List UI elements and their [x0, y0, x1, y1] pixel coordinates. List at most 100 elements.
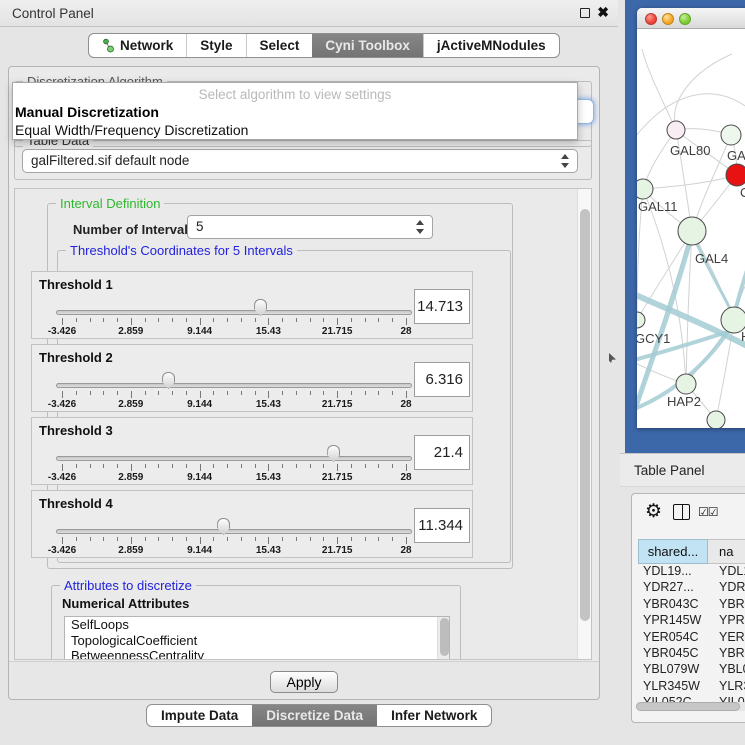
- slider-tick: [337, 537, 338, 544]
- slider-tick: [76, 464, 77, 468]
- tab-discretize-data[interactable]: Discretize Data: [252, 705, 377, 726]
- cell-name[interactable]: YDR2: [708, 580, 745, 596]
- threshold-value-field[interactable]: 14.713: [414, 289, 470, 324]
- HAP2-node[interactable]: [676, 374, 696, 394]
- settings-scrollbar-thumb[interactable]: [580, 209, 590, 621]
- top-right-node[interactable]: [721, 125, 741, 145]
- numerical-attributes-list[interactable]: SelfLoopsTopologicalCoefficientBetweenne…: [64, 616, 450, 660]
- algorithm-option-manual[interactable]: Manual Discretization: [15, 104, 159, 120]
- table-row[interactable]: YBR043CYBR0: [638, 597, 745, 613]
- cell-name[interactable]: YBR0: [708, 646, 745, 662]
- slider-tick: [103, 464, 104, 468]
- network-edge[interactable]: [674, 54, 732, 130]
- cell-shared-name[interactable]: YBR043C: [638, 597, 708, 613]
- gear-icon[interactable]: ⚙: [645, 500, 662, 523]
- attribute-item[interactable]: SelfLoops: [65, 617, 449, 633]
- attribute-item[interactable]: TopologicalCoefficient: [65, 633, 449, 649]
- tab-network[interactable]: Network: [89, 34, 186, 57]
- attributes-list-scrollbar[interactable]: [437, 617, 449, 659]
- apply-button[interactable]: Apply: [270, 671, 338, 693]
- bottom-node[interactable]: [707, 411, 725, 428]
- slider-tick-label: 2.859: [118, 326, 143, 337]
- attributes-scrollbar-thumb[interactable]: [440, 618, 449, 656]
- slider-tick-label: -3.426: [48, 399, 76, 410]
- cell-name[interactable]: YBR0: [708, 597, 745, 613]
- slider-tick: [337, 318, 338, 325]
- slider-track[interactable]: [56, 529, 412, 534]
- cell-shared-name[interactable]: YER054C: [638, 630, 708, 646]
- slider-track[interactable]: [56, 456, 412, 461]
- slider-tick-label: -3.426: [48, 545, 76, 556]
- table-row[interactable]: YBL079WYBL0: [638, 662, 745, 678]
- table-row[interactable]: YDL19...YDL1: [638, 564, 745, 580]
- GAL11-node[interactable]: [637, 179, 653, 199]
- close-icon[interactable]: ✖: [597, 4, 609, 21]
- GAL4-node[interactable]: [678, 217, 706, 245]
- cell-shared-name[interactable]: YLR345W: [638, 679, 708, 695]
- table-scrollbar-thumb[interactable]: [636, 702, 740, 711]
- columns-icon[interactable]: [673, 504, 690, 520]
- algorithm-option-equal-width[interactable]: Equal Width/Frequency Discretization: [15, 122, 248, 138]
- cell-shared-name[interactable]: YBL079W: [638, 662, 708, 678]
- slider-tick: [186, 464, 187, 468]
- cell-name[interactable]: YLR3: [708, 679, 745, 695]
- table-row[interactable]: YLR345WYLR3: [638, 679, 745, 695]
- table-row[interactable]: YPR145WYPR1: [638, 613, 745, 629]
- cell-shared-name[interactable]: YPR145W: [638, 613, 708, 629]
- slider-tick-label: 28: [400, 399, 411, 410]
- table-panel: ⚙ ☑☑ shared... na YDL19...YDL1YDR27...YD…: [631, 493, 745, 723]
- cell-name[interactable]: YDL1: [708, 564, 745, 580]
- cell-name[interactable]: YPR1: [708, 613, 745, 629]
- slider-track[interactable]: [56, 310, 412, 315]
- tab-infer-network[interactable]: Infer Network: [377, 705, 491, 726]
- cell-shared-name[interactable]: YDL19...: [638, 564, 708, 580]
- node-label: GCY1: [637, 331, 670, 346]
- slider-tick: [145, 391, 146, 395]
- node-attribute-table[interactable]: shared... na YDL19...YDL1YDR27...YDR2YBR…: [638, 539, 745, 704]
- tab-impute-data[interactable]: Impute Data: [147, 705, 252, 726]
- table-horizontal-scrollbar[interactable]: [636, 702, 745, 711]
- GAL80-node[interactable]: [667, 121, 685, 139]
- cell-shared-name[interactable]: YDR27...: [638, 580, 708, 596]
- column-header-shared-name[interactable]: shared...: [638, 539, 708, 564]
- select-checkboxes-icon[interactable]: ☑☑: [698, 505, 718, 519]
- settings-vertical-scrollbar[interactable]: [577, 189, 591, 659]
- network-edge[interactable]: [642, 49, 676, 130]
- slider-tick: [268, 464, 269, 471]
- network-edge[interactable]: [643, 175, 737, 189]
- threshold-value-field[interactable]: 6.316: [414, 362, 470, 397]
- mac-zoom-icon[interactable]: [679, 13, 691, 25]
- column-header-name[interactable]: na: [708, 539, 745, 564]
- table-row[interactable]: YER054CYER0: [638, 630, 745, 646]
- network-view-window[interactable]: GAL80GACGAL11GAL4GCY1HHAP2: [637, 8, 745, 428]
- selected-red-node[interactable]: [726, 164, 745, 186]
- attribute-item[interactable]: BetweennessCentrality: [65, 648, 449, 660]
- network-canvas[interactable]: GAL80GACGAL11GAL4GCY1HHAP2: [637, 29, 745, 428]
- slider-tick: [282, 464, 283, 468]
- slider-tick: [241, 464, 242, 468]
- slider-tick: [117, 318, 118, 322]
- cell-name[interactable]: YBL0: [708, 662, 745, 678]
- network-edge-highlighted[interactable]: [692, 233, 734, 318]
- mac-minimize-icon[interactable]: [662, 13, 674, 25]
- float-window-icon[interactable]: [580, 8, 590, 18]
- cell-shared-name[interactable]: YBR045C: [638, 646, 708, 662]
- tab-select[interactable]: Select: [246, 34, 313, 57]
- table-rows: YDL19...YDL1YDR27...YDR2YBR043CYBR0YPR14…: [638, 564, 745, 704]
- table-row[interactable]: YDR27...YDR2: [638, 580, 745, 596]
- cell-name[interactable]: YER0: [708, 630, 745, 646]
- threshold-value-field[interactable]: 21.4: [414, 435, 470, 470]
- slider-tick-label: 21.715: [322, 326, 353, 337]
- number-of-intervals-spinner[interactable]: 5: [187, 215, 433, 239]
- tab-cyni-toolbox[interactable]: Cyni Toolbox: [312, 34, 423, 57]
- GCY1-node[interactable]: [637, 312, 645, 328]
- threshold-value-field[interactable]: 11.344: [414, 508, 470, 543]
- table-row[interactable]: YBR045CYBR0: [638, 646, 745, 662]
- tab-jactivemnodules[interactable]: jActiveMNodules: [423, 34, 559, 57]
- slider-track[interactable]: [56, 383, 412, 388]
- tab-style[interactable]: Style: [186, 34, 245, 57]
- slider-tick-label: 9.144: [187, 472, 212, 483]
- node-label: GAL4: [695, 251, 728, 266]
- mac-close-icon[interactable]: [645, 13, 657, 25]
- table-data-combobox[interactable]: galFiltered.sif default node: [22, 149, 578, 173]
